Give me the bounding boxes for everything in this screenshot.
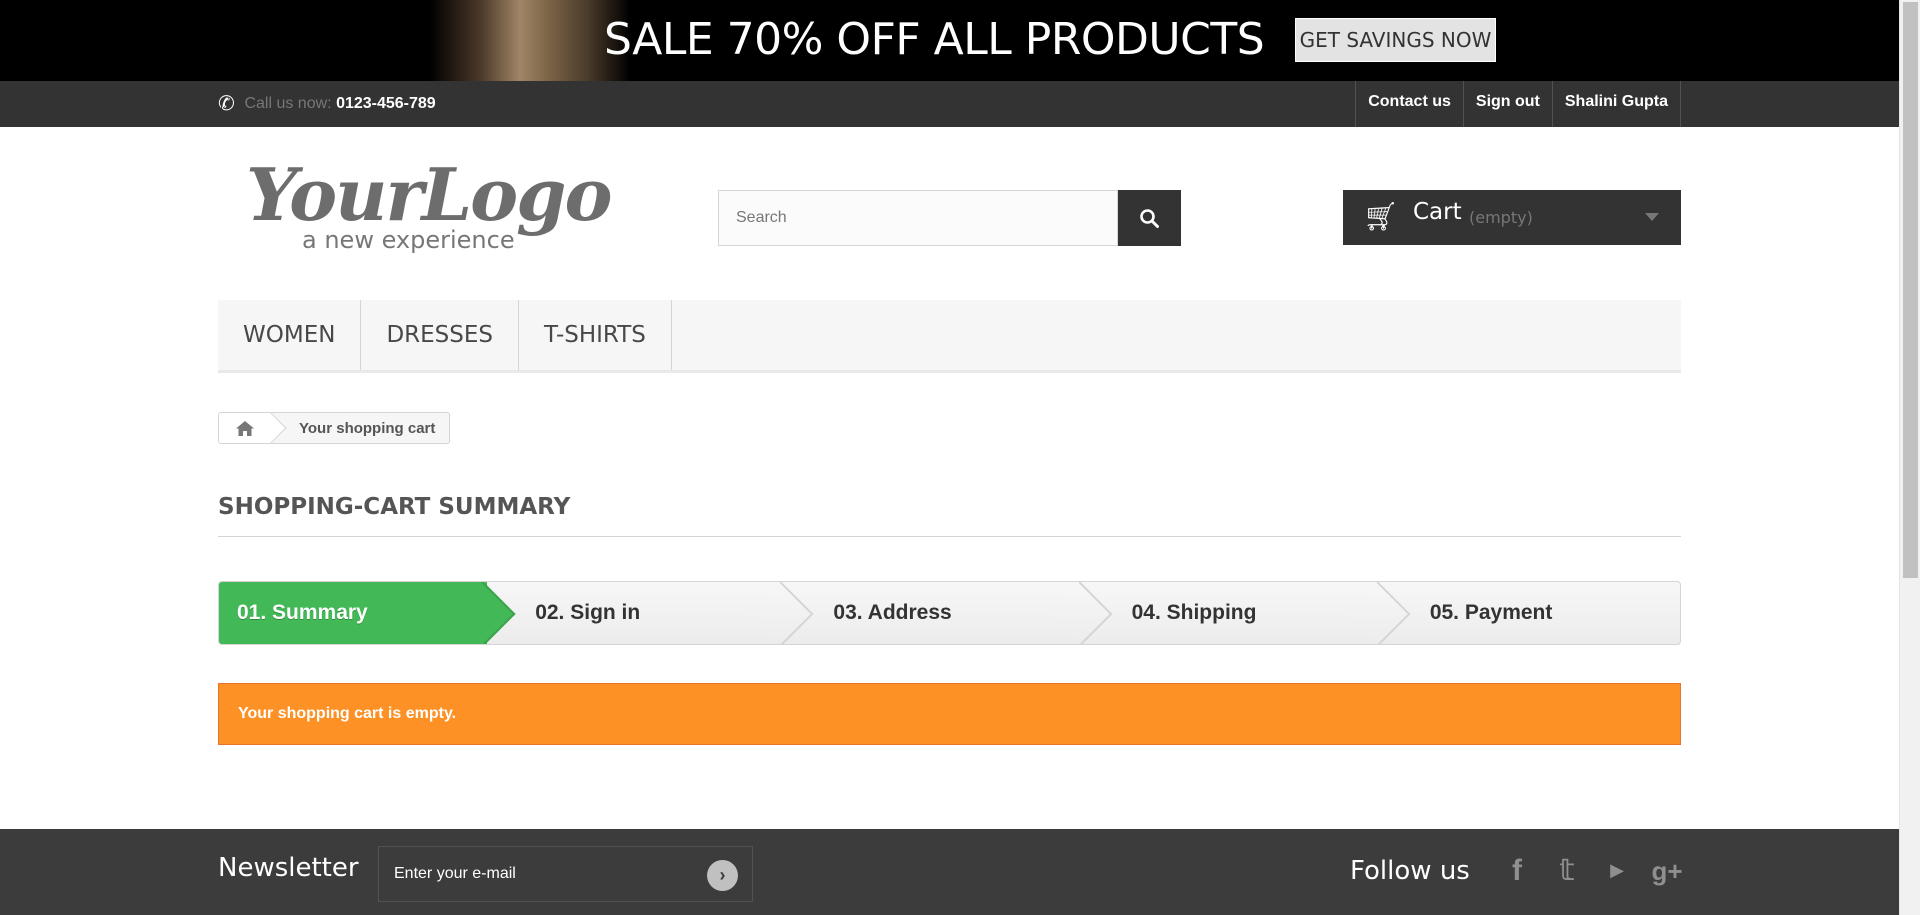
footer: Newsletter › Follow us f 𝕥 ▶︎ g+ [0,829,1899,915]
step-shipping[interactable]: 04. Shipping [1084,582,1382,644]
twitter-icon[interactable]: 𝕥 [1542,851,1592,891]
breadcrumb: Your shopping cart [218,412,451,444]
newsletter-submit-button[interactable]: › [707,860,738,891]
top-nav-links: Contact us Sign out Shalini Gupta [1355,81,1681,127]
contact-us-link[interactable]: Contact us [1355,81,1463,127]
step-payment[interactable]: 05. Payment [1382,582,1680,644]
youtube-icon[interactable]: ▶︎ [1592,851,1642,891]
facebook-icon[interactable]: f [1492,851,1542,891]
cart-dropdown[interactable]: 🛒︎ Cart (empty) [1343,190,1681,245]
cart-label: Cart [1413,199,1462,225]
step-address[interactable]: 03. Address [785,582,1083,644]
logo-tagline: a new experience [302,226,515,254]
step-summary[interactable]: 01. Summary [219,582,488,644]
call-us: ✆ Call us now: 0123-456-789 [218,81,436,127]
banner-model-image [430,0,630,81]
follow-us-title: Follow us [1350,856,1470,886]
search-input[interactable] [718,190,1118,246]
promo-banner[interactable]: SALE 70% OFF ALL PRODUCTS GET SAVINGS NO… [0,0,1899,81]
sign-out-link[interactable]: Sign out [1462,81,1552,127]
top-nav-bar: ✆ Call us now: 0123-456-789 Contact us S… [0,81,1899,127]
google-plus-icon[interactable]: g+ [1642,851,1692,891]
menu-item-tshirts[interactable]: T-SHIRTS [519,300,672,370]
banner-headline: SALE 70% OFF ALL PRODUCTS [604,14,1265,65]
arrow-right-icon: › [719,865,726,885]
search-form [718,190,1181,246]
account-link[interactable]: Shalini Gupta [1551,81,1681,127]
social-links: f 𝕥 ▶︎ g+ [1492,851,1692,891]
call-label: Call us now: [244,95,332,112]
cart-status: (empty) [1469,208,1533,227]
empty-cart-alert: Your shopping cart is empty. [218,683,1681,745]
newsletter-title: Newsletter [218,853,359,883]
phone-icon: ✆ [218,93,235,115]
search-icon [1140,209,1159,228]
chevron-down-icon [1645,213,1659,221]
breadcrumb-home[interactable] [219,413,271,443]
site-logo[interactable]: YourLogo a new experience [246,152,616,262]
main-menu: WOMEN DRESSES T-SHIRTS [218,300,1681,373]
cart-icon: 🛒︎ [1363,201,1399,232]
page: SALE 70% OFF ALL PRODUCTS GET SAVINGS NO… [0,0,1920,915]
page-title: Shopping-cart summary [218,494,1681,537]
logo-wordmark: YourLogo [246,152,612,237]
viewport: SALE 70% OFF ALL PRODUCTS GET SAVINGS NO… [0,0,1899,915]
scrollbar-thumb[interactable] [1903,2,1918,578]
step-sign-in[interactable]: 02. Sign in [487,582,785,644]
search-button[interactable] [1118,190,1181,246]
newsletter-email-input[interactable] [378,846,753,902]
checkout-steps: 01. Summary 02. Sign in 03. Address 04. … [218,581,1681,645]
home-icon [236,420,254,436]
menu-item-dresses[interactable]: DRESSES [361,300,519,370]
breadcrumb-current: Your shopping cart [299,419,436,437]
phone-number: 0123-456-789 [336,95,436,112]
menu-item-women[interactable]: WOMEN [218,300,362,370]
page-scrollbar[interactable] [1899,0,1920,915]
get-savings-button[interactable]: GET SAVINGS NOW [1295,18,1496,62]
